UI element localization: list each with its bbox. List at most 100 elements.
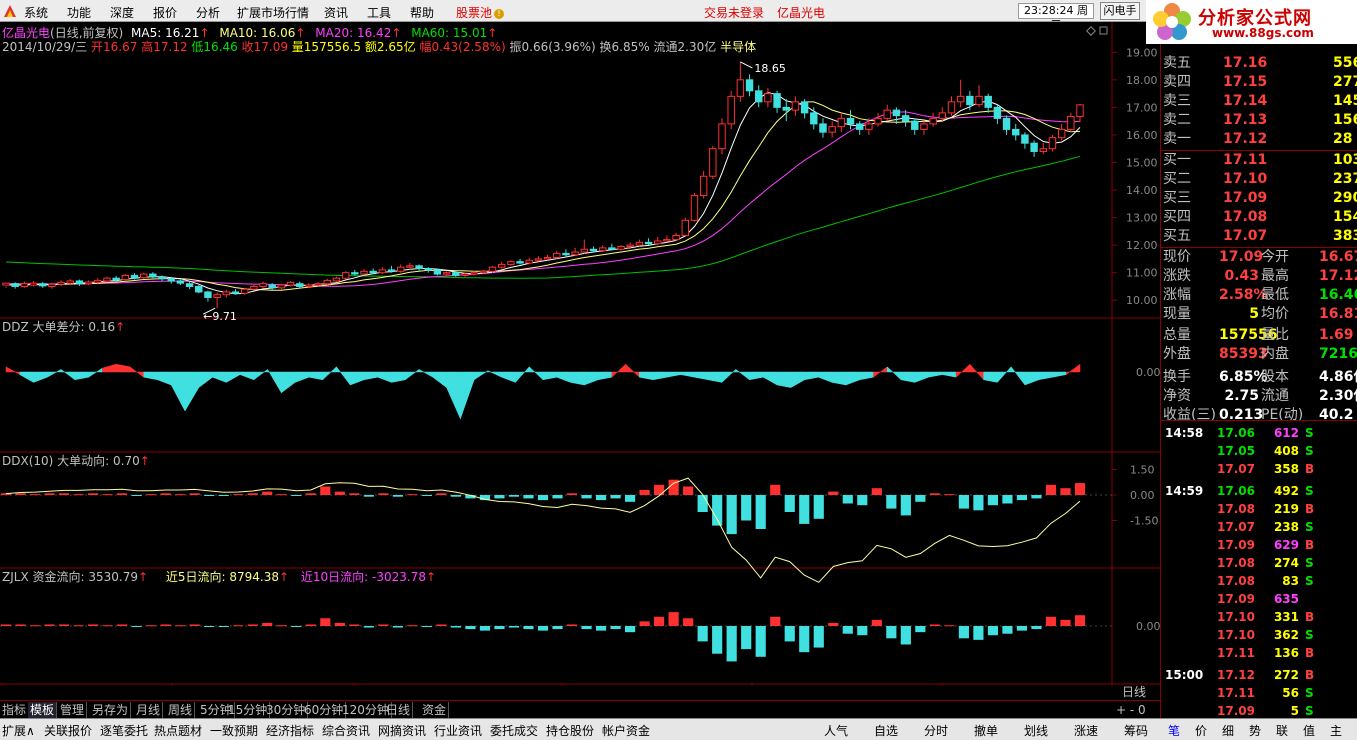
bottom-view-tab-3[interactable]: 势 [1249,722,1261,739]
stat-label-2: 均价 [1261,306,1289,322]
bottom-view-tab-6[interactable]: 主 [1330,722,1342,739]
bottom-link-6[interactable]: 综合资讯 [322,722,370,739]
bottom-view-tab-2[interactable]: 细 [1222,722,1234,739]
ddx-bar [218,495,229,496]
ddx-tick-label: 1.50 [1130,464,1155,477]
zjlx-bar [508,626,520,628]
menu-item-depth[interactable]: 深度 [110,4,134,21]
menu-item-quote[interactable]: 报价 [153,4,177,21]
bottom-link-8[interactable]: 行业资讯 [434,722,482,739]
tab-4[interactable]: 月线 [134,702,164,718]
candle-body [580,248,589,253]
candle-body [323,279,331,285]
candle-body [865,123,873,130]
sell-volume: 145 [1333,93,1357,109]
zjlx-label: ZJLX 资金流向: 3530.79 [2,570,138,584]
tab-12[interactable]: 资金 [420,702,450,718]
ddz-area [639,371,654,381]
sell-label: 卖二 [1163,112,1191,128]
ddx-bar [770,484,781,495]
tab-2[interactable]: 管理 [58,702,88,718]
bottom-link-2[interactable]: 逐笔委托 [100,722,148,739]
tab-11[interactable]: 日线 [384,702,414,718]
tab-0[interactable]: 指标 [0,702,30,718]
candle-body [39,283,47,287]
bottom-link-5[interactable]: 经济指标 [266,722,314,739]
app-logo-icon[interactable] [2,3,18,19]
ddz-area [143,371,158,381]
bottom-func-1[interactable]: 自选 [874,722,898,739]
tab-1[interactable]: 模板 [28,702,58,718]
zoom-controls-icon[interactable]: + - 0 [1114,702,1148,718]
tick-price: 17.10 [1217,628,1255,642]
menu-item-function[interactable]: 功能 [67,4,91,21]
bottom-func-6[interactable]: 筹码 [1124,722,1148,739]
info-high: 高17.12 [141,40,188,54]
flash-trade-button[interactable]: 闪电手 [1100,2,1140,20]
stat-value: 157556 [1219,327,1278,343]
stock-pool-menu[interactable]: 股票池! [456,4,505,21]
menu-item-system[interactable]: 系统 [24,4,48,21]
stat-label: 外盘 [1163,346,1191,362]
bottom-link-3[interactable]: 热点题材 [154,722,202,739]
kline-chart-area[interactable]: 19.00 18.00 17.00 16.00 15.00 14.00 13.00 12.00… [0,22,1160,699]
x-axis-label: 2014年 [4,685,43,686]
min-price-label: ←9.71 [203,310,237,323]
info-sector: 半导体 [720,40,757,54]
ddz-area [763,371,778,386]
zjlx-bar [378,624,389,626]
sell-level-4: 卖四 17.15 277 [1161,73,1357,92]
candle-body [250,285,258,290]
sell-label: 卖一 [1163,131,1191,147]
tab-3[interactable]: 另存为 [90,702,132,718]
price-tick-label: 19.00 [1126,46,1158,59]
ddz-area [487,370,502,378]
sell-volume: 277 [1333,74,1357,90]
ddz-area [239,371,255,381]
ddx-bar [712,495,723,526]
ddx-bar [755,495,766,529]
bottom-view-tab-5[interactable]: 值 [1303,722,1315,739]
bottom-link-0[interactable]: 扩展∧ [2,722,35,739]
bottom-func-3[interactable]: 撤单 [974,722,998,739]
bottom-link-9[interactable]: 委托成交 [490,722,538,739]
stat-label: 净资 [1163,388,1191,404]
menu-item-analysis[interactable]: 分析 [196,4,220,21]
candle-body [709,148,717,177]
menu-item-help[interactable]: 帮助 [410,4,434,21]
bottom-link-10[interactable]: 持仓股份 [546,722,594,739]
bottom-view-tab-4[interactable]: 联 [1276,722,1288,739]
candle-body [800,101,809,114]
bottom-func-4[interactable]: 划线 [1024,722,1048,739]
candle-body [488,266,497,272]
ddz-area [336,366,351,386]
candle-body [112,277,120,281]
bottom-func-2[interactable]: 分时 [924,722,948,739]
tab-5[interactable]: 周线 [166,702,196,718]
menu-item-ext-market[interactable]: 扩展市场行情 [237,4,309,21]
zjlx-bar [479,626,491,631]
candle-body [718,123,726,150]
candle-body [562,252,570,256]
bottom-link-4[interactable]: 一致预期 [210,722,258,739]
bottom-link-11[interactable]: 帐户资金 [602,722,650,739]
ddz-area [88,367,103,378]
candle-body [351,272,359,275]
tick-price: 17.07 [1217,520,1255,534]
buy-label: 买五 [1163,228,1191,244]
bottom-link-1[interactable]: 关联报价 [44,722,92,739]
chart-canvas[interactable]: 19.00 18.00 17.00 16.00 15.00 14.00 13.00 12.00… [0,22,1160,686]
menu-item-news[interactable]: 资讯 [324,4,348,21]
ddz-area [391,371,406,383]
menu-item-tools[interactable]: 工具 [367,4,391,21]
ma5-label: MA5: 16.21 [131,26,200,40]
bottom-link-7[interactable]: 网摘资讯 [378,722,426,739]
login-status[interactable]: 交易未登录 [704,4,764,21]
bottom-view-tab-1[interactable]: 价 [1195,722,1207,739]
ma10-up-icon: ↑ [295,26,306,40]
bottom-view-tab-0[interactable]: 笔 [1168,722,1180,739]
candle-body [75,280,84,285]
bottom-func-0[interactable]: 人气 [824,722,848,739]
ddz-area [556,371,571,383]
bottom-func-5[interactable]: 涨速 [1074,722,1098,739]
